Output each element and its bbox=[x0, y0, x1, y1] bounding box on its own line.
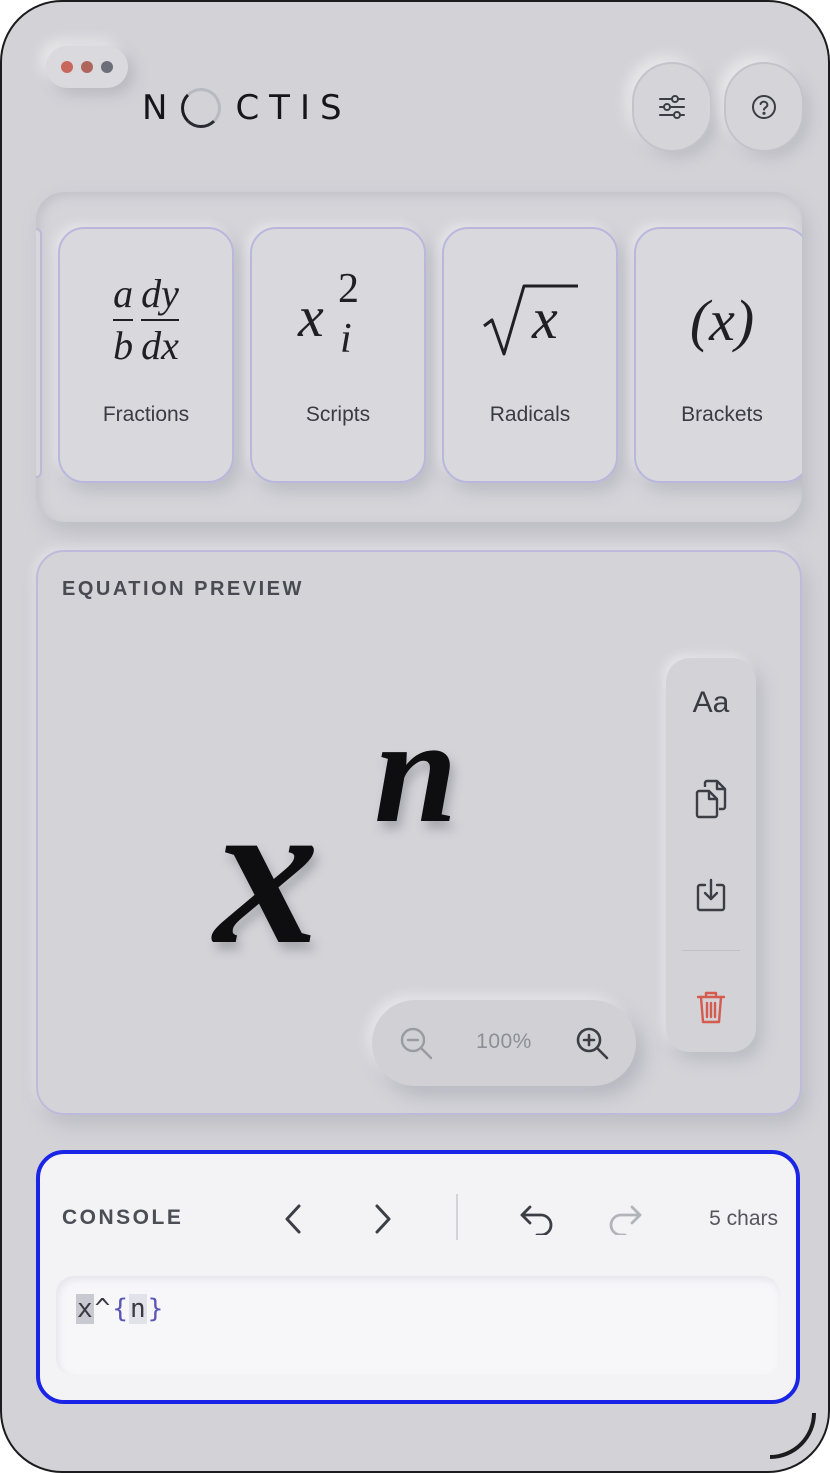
delete-button[interactable] bbox=[666, 972, 756, 1042]
settings-button[interactable] bbox=[632, 62, 712, 152]
zoom-level: 100% bbox=[476, 1030, 532, 1053]
latex-code: x ^ { n } bbox=[76, 1294, 164, 1324]
template-label: Scripts bbox=[305, 403, 371, 426]
logo-text-right: CTIS bbox=[235, 88, 352, 128]
zoom-in-button[interactable] bbox=[570, 1021, 614, 1065]
rendered-equation: x n bbox=[214, 696, 514, 992]
code-token: x bbox=[76, 1294, 94, 1324]
equation-superscript: n bbox=[374, 688, 458, 854]
equation-preview-panel: EQUATION PREVIEW x n Aa 100% bbox=[36, 550, 802, 1115]
template-tray: ab dy dx Fractions x 2 i Scripts x Radic… bbox=[36, 192, 802, 522]
app-window: N CTIS ab dy dx Fractions x 2 i Scripts … bbox=[0, 0, 830, 1473]
window-dot-minimize[interactable] bbox=[81, 61, 93, 73]
code-token: ^ bbox=[94, 1294, 111, 1324]
template-fractions[interactable]: ab dy dx Fractions bbox=[58, 227, 234, 483]
code-token: } bbox=[147, 1294, 164, 1324]
code-token: n bbox=[128, 1294, 147, 1324]
frac-num-dy: dy bbox=[141, 271, 179, 316]
frac-num-a: a bbox=[113, 271, 134, 316]
copy-button[interactable] bbox=[666, 764, 756, 834]
font-button-label: Aa bbox=[692, 686, 730, 719]
script-sub: i bbox=[340, 316, 352, 362]
font-button[interactable]: Aa bbox=[666, 668, 756, 738]
script-sup: 2 bbox=[338, 266, 359, 312]
logo-text-left: N bbox=[142, 88, 178, 128]
undo-button[interactable] bbox=[512, 1194, 562, 1244]
frac-den-dx: dx bbox=[141, 323, 179, 368]
redo-icon bbox=[609, 1205, 642, 1235]
template-label: Radicals bbox=[489, 403, 571, 426]
code-token: { bbox=[112, 1294, 128, 1324]
template-label: Fractions bbox=[102, 403, 190, 426]
char-count: 5 chars bbox=[709, 1207, 778, 1230]
download-icon bbox=[696, 878, 726, 912]
console-panel: CONSOLE 5 chars x ^ {n} bbox=[36, 1150, 800, 1404]
zoom-out-button[interactable] bbox=[394, 1021, 438, 1065]
zoom-control: 100% bbox=[372, 1000, 636, 1086]
radicand: x bbox=[532, 286, 558, 351]
window-dot-zoom[interactable] bbox=[101, 61, 113, 73]
undo-icon bbox=[520, 1205, 553, 1235]
radical-icon: x bbox=[444, 265, 616, 375]
fraction-icon: ab dy dx bbox=[60, 265, 232, 375]
console-divider bbox=[456, 1194, 458, 1240]
cursor-left-button[interactable] bbox=[268, 1194, 318, 1244]
frac-den-b: b bbox=[113, 323, 134, 368]
chevron-right-icon bbox=[375, 1204, 391, 1234]
console-title: CONSOLE bbox=[62, 1206, 184, 1229]
device-corner bbox=[770, 1413, 816, 1459]
sliders-icon bbox=[659, 95, 685, 119]
help-button[interactable] bbox=[724, 62, 804, 152]
brackets-sample: (x) bbox=[689, 287, 755, 353]
zoom-in-icon bbox=[576, 1027, 609, 1060]
latex-input[interactable]: x ^ { n } bbox=[56, 1276, 780, 1376]
zoom-out-icon bbox=[400, 1027, 433, 1060]
script-base: x bbox=[298, 284, 324, 349]
preview-title: EQUATION PREVIEW bbox=[62, 578, 304, 600]
preview-toolbar: Aa bbox=[666, 658, 756, 1052]
help-circle-icon bbox=[752, 95, 776, 119]
trash-icon bbox=[696, 991, 726, 1024]
template-scripts[interactable]: x 2 i Scripts bbox=[250, 227, 426, 483]
template-radicals[interactable]: x Radicals bbox=[442, 227, 618, 483]
app-logo: N CTIS bbox=[142, 86, 352, 130]
scripts-icon: x 2 i bbox=[252, 265, 424, 375]
chevron-left-icon bbox=[285, 1204, 301, 1234]
logo-moon-icon bbox=[181, 88, 222, 128]
template-tile-partial[interactable] bbox=[36, 228, 42, 478]
template-label: Brackets bbox=[681, 403, 763, 426]
redo-button[interactable] bbox=[600, 1194, 650, 1244]
window-controls bbox=[46, 46, 128, 88]
copy-icon bbox=[695, 779, 727, 819]
toolbar-divider bbox=[682, 950, 740, 951]
export-button[interactable] bbox=[666, 860, 756, 930]
cursor-right-button[interactable] bbox=[358, 1194, 408, 1244]
window-dot-close[interactable] bbox=[61, 61, 73, 73]
brackets-icon: (x) bbox=[636, 265, 802, 375]
template-brackets[interactable]: (x) Brackets bbox=[634, 227, 802, 483]
equation-base: x bbox=[214, 756, 319, 988]
